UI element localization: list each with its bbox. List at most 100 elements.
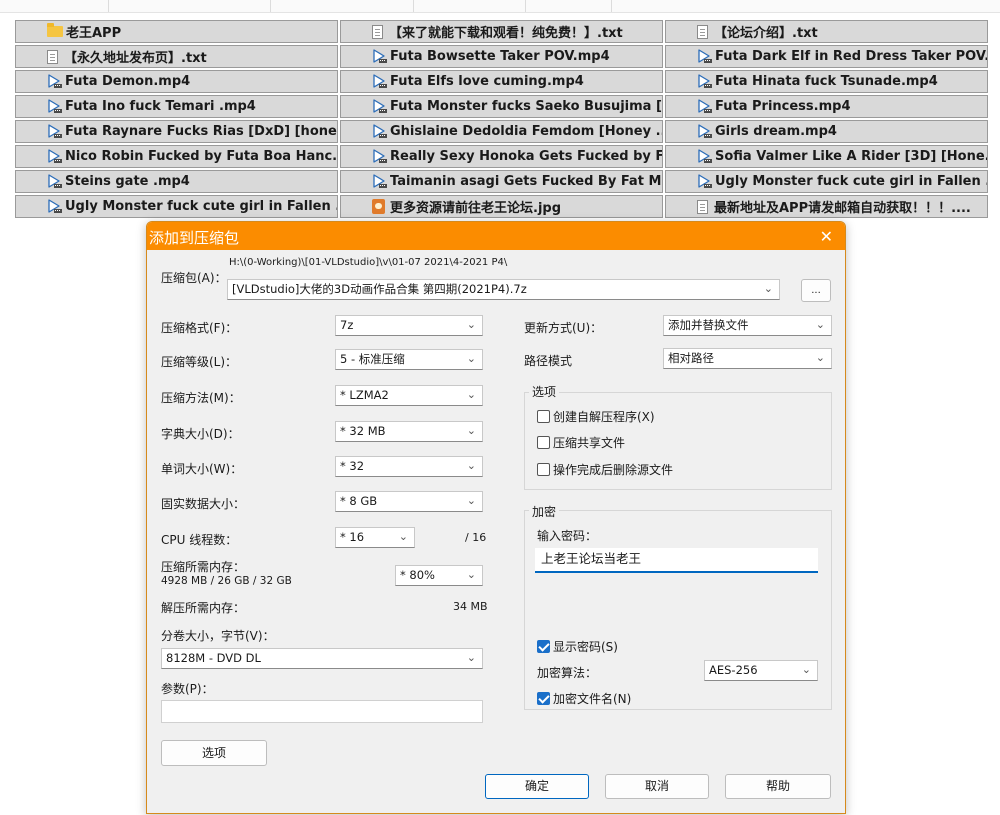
file-item[interactable]: Futa Demon.mp4 (15, 70, 338, 93)
cancel-button[interactable]: 取消 (605, 774, 709, 799)
file-item[interactable]: 【论坛介绍】.txt (665, 20, 988, 43)
text-file-icon (47, 49, 58, 64)
file-item[interactable]: Futa Princess.mp4 (665, 95, 988, 118)
dialog-title: 添加到压缩包 (149, 229, 240, 247)
word-value: * 32 (340, 459, 365, 473)
volume-value: 8128M - DVD DL (166, 651, 261, 665)
update-label: 更新方式(U)： (524, 321, 603, 335)
delete-source-checkbox[interactable] (537, 463, 550, 476)
file-name: Futa Princess.mp4 (715, 99, 851, 114)
video-file-icon (697, 174, 712, 189)
method-value: * LZMA2 (340, 388, 389, 402)
encryption-group-title: 加密 (529, 503, 560, 520)
cpu-max: / 16 (465, 531, 487, 544)
file-name: Futa Demon.mp4 (65, 74, 191, 89)
file-item[interactable]: Futa Dark Elf in Red Dress Taker POV... (665, 45, 988, 68)
shared-checkbox[interactable] (537, 436, 550, 449)
enc-method-select[interactable]: AES-256 ⌄ (704, 660, 818, 681)
file-item[interactable]: Futa Monster fucks Saeko Busujima [... (340, 95, 663, 118)
file-item[interactable]: Futa Raynare Fucks Rias [DxD] [hone... (15, 120, 338, 143)
file-item[interactable]: Ghislaine Dedoldia Femdom [Honey ... (340, 120, 663, 143)
file-name: 【来了就能下载和观看！纯免费！】.txt (389, 26, 623, 41)
file-item[interactable]: 【永久地址发布页】.txt (15, 45, 338, 68)
file-item[interactable]: Nico Robin Fucked by Futa Boa Hanc... (15, 145, 338, 168)
options-button[interactable]: 选项 (161, 740, 267, 766)
file-item[interactable]: Taimanin asagi Gets Fucked By Fat M... (340, 170, 663, 193)
archive-name-value: [VLDstudio]大佬的3D动画作品合集 第四期(2021P4).7z (232, 282, 527, 296)
file-name: Taimanin asagi Gets Fucked By Fat M... (390, 174, 663, 189)
update-value: 添加并替换文件 (668, 318, 749, 332)
params-label: 参数(P)： (161, 682, 214, 696)
method-select[interactable]: * LZMA2 ⌄ (335, 385, 483, 406)
solid-value: * 8 GB (340, 494, 378, 508)
chevron-down-icon: ⌄ (815, 351, 825, 364)
browse-button[interactable]: ... (801, 279, 831, 302)
options-group-title: 选项 (529, 383, 560, 400)
chevron-down-icon: ⌄ (466, 459, 476, 472)
mem-comp-select[interactable]: * 80% ⌄ (395, 565, 483, 586)
show-password-checkbox[interactable] (537, 640, 550, 653)
update-select[interactable]: 添加并替换文件 ⌄ (663, 315, 832, 336)
file-item[interactable]: 老王APP (15, 20, 338, 43)
file-item[interactable]: 最新地址及APP请发邮箱自动获取！！！.... (665, 195, 988, 218)
file-item[interactable]: Ugly Monster fuck cute girl in Fallen ..… (15, 195, 338, 218)
archive-name-combo[interactable]: [VLDstudio]大佬的3D动画作品合集 第四期(2021P4).7z ⌄ (227, 279, 780, 300)
format-select[interactable]: 7z ⌄ (335, 315, 483, 336)
file-item[interactable]: Sofia Valmer Like A Rider [3D] [Hone... (665, 145, 988, 168)
file-item[interactable]: Really Sexy Honoka Gets Fucked by F... (340, 145, 663, 168)
ok-button[interactable]: 确定 (485, 774, 589, 799)
text-file-icon (372, 24, 383, 39)
file-name: Ugly Monster fuck cute girl in Fallen ..… (65, 199, 338, 214)
file-item[interactable]: Steins gate .mp4 (15, 170, 338, 193)
level-select[interactable]: 5 - 标准压缩 ⌄ (335, 349, 483, 370)
file-name: Futa Ino fuck Temari .mp4 (65, 99, 256, 114)
archive-label: 压缩包(A)： (161, 271, 227, 285)
chevron-down-icon: ⌄ (763, 282, 773, 295)
video-file-icon (47, 124, 62, 139)
solid-select[interactable]: * 8 GB ⌄ (335, 491, 483, 512)
delete-source-label: 操作完成后删除源文件 (553, 463, 674, 477)
cpu-value: * 16 (340, 530, 365, 544)
word-select[interactable]: * 32 ⌄ (335, 456, 483, 477)
image-file-icon (372, 199, 385, 214)
volume-select[interactable]: 8128M - DVD DL ⌄ (161, 648, 483, 669)
file-item[interactable]: Futa Bowsette Taker POV.mp4 (340, 45, 663, 68)
dict-select[interactable]: * 32 MB ⌄ (335, 421, 483, 442)
file-name: 老王APP (66, 26, 122, 41)
sfx-checkbox[interactable] (537, 410, 550, 423)
add-to-archive-dialog: 添加到压缩包 ✕ 压缩包(A)： H:\(0-Working)\[01-VLDs… (146, 221, 846, 814)
file-name: 最新地址及APP请发邮箱自动获取！！！.... (714, 201, 971, 216)
video-file-icon (47, 74, 62, 89)
file-name: Futa Raynare Fucks Rias [DxD] [hone... (65, 124, 338, 139)
file-item[interactable]: 更多资源请前往老王论坛.jpg (340, 195, 663, 218)
level-value: 5 - 标准压缩 (340, 352, 405, 366)
mem-decomp-label: 解压所需内存： (161, 601, 246, 615)
pathmode-value: 相对路径 (668, 351, 714, 365)
file-item[interactable]: 【来了就能下载和观看！纯免费！】.txt (340, 20, 663, 43)
file-item[interactable]: Futa Ino fuck Temari .mp4 (15, 95, 338, 118)
encrypt-names-checkbox[interactable] (537, 692, 550, 705)
file-item[interactable]: Ugly Monster fuck cute girl in Fallen ..… (665, 170, 988, 193)
cpu-select[interactable]: * 16 ⌄ (335, 527, 415, 548)
file-item[interactable]: Girls dream.mp4 (665, 120, 988, 143)
dict-value: * 32 MB (340, 424, 386, 438)
file-item[interactable]: Futa Hinata fuck Tsunade.mp4 (665, 70, 988, 93)
password-input[interactable]: 上老王论坛当老王 (535, 548, 818, 573)
volume-label: 分卷大小，字节(V)： (161, 629, 275, 643)
file-name: Girls dream.mp4 (715, 124, 837, 139)
file-name: Steins gate .mp4 (65, 174, 190, 189)
help-button[interactable]: 帮助 (725, 774, 831, 799)
mem-comp-label: 压缩所需内存： (161, 560, 246, 574)
chevron-down-icon: ⌄ (466, 494, 476, 507)
file-name: Futa Elfs love cuming.mp4 (390, 74, 584, 89)
pathmode-select[interactable]: 相对路径 ⌄ (663, 348, 832, 369)
chevron-down-icon: ⌄ (466, 568, 476, 581)
video-file-icon (47, 149, 62, 164)
file-item[interactable]: Futa Elfs love cuming.mp4 (340, 70, 663, 93)
text-file-icon (697, 199, 708, 214)
params-input[interactable] (161, 700, 483, 723)
chevron-down-icon: ⌄ (466, 388, 476, 401)
close-icon[interactable]: ✕ (820, 227, 833, 246)
enc-method-label: 加密算法： (537, 666, 598, 680)
dict-label: 字典大小(D)： (161, 427, 240, 441)
